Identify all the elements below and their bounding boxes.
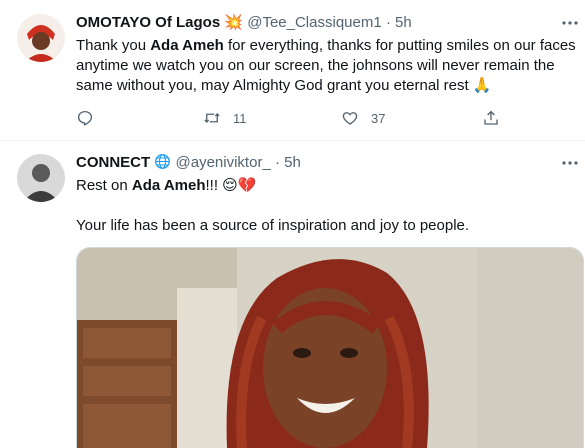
handle[interactable]: @ayeniviktor_	[176, 154, 271, 171]
tweet[interactable]: CONNECT @ayeniviktor_ · 5h Rest on Ada A…	[0, 141, 585, 448]
tweet-photo[interactable]	[76, 247, 584, 448]
retweet-icon	[204, 112, 220, 124]
tweet-text-line1: Rest on Ada Ameh!!! 😌💔	[76, 177, 257, 194]
share-button[interactable]	[482, 108, 500, 128]
retweet-count: 11	[233, 110, 247, 126]
heart-icon	[342, 112, 358, 125]
avatar-image	[17, 154, 65, 202]
tweet-actions: 11 37	[76, 108, 506, 128]
timestamp[interactable]: 5h	[284, 154, 301, 171]
retweet-button[interactable]: 11	[203, 108, 247, 128]
praying-hands-emoji: 🙏	[472, 77, 492, 94]
more-options-icon[interactable]	[561, 14, 579, 32]
avatar-image	[17, 14, 65, 62]
timestamp[interactable]: 5h	[395, 14, 412, 31]
tweet-header: CONNECT @ayeniviktor_ · 5h	[76, 153, 301, 173]
tweet[interactable]: OMOTAYO Of Lagos 💥 @Tee_Classiquem1 · 5h…	[0, 0, 585, 141]
name-emoji: 💥	[224, 14, 244, 31]
separator: ·	[385, 14, 391, 31]
display-name[interactable]: CONNECT	[76, 154, 150, 171]
handle[interactable]: @Tee_Classiquem1	[247, 14, 381, 31]
mention-name: Ada Ameh	[131, 177, 206, 194]
reply-button[interactable]	[76, 108, 94, 128]
tweet-header: OMOTAYO Of Lagos 💥 @Tee_Classiquem1 · 5h	[76, 13, 412, 33]
tweet-text: Thank you Ada Ameh for everything, thank…	[76, 37, 576, 94]
separator: ·	[274, 154, 280, 171]
reply-icon	[77, 110, 93, 126]
avatar[interactable]	[17, 14, 65, 62]
more-options-icon[interactable]	[561, 154, 579, 172]
relieved-broken-heart-emoji: 😌💔	[222, 177, 257, 194]
display-name[interactable]: OMOTAYO Of Lagos	[76, 14, 220, 31]
like-count: 37	[371, 110, 386, 126]
like-button[interactable]: 37	[341, 108, 385, 128]
globe-icon	[155, 154, 171, 169]
woman-smiling-photo	[77, 248, 583, 448]
share-icon	[484, 110, 498, 125]
mention-name: Ada Ameh	[150, 37, 224, 54]
avatar[interactable]	[17, 154, 65, 202]
tweet-text-line2: Your life has been a source of inspirati…	[76, 217, 470, 234]
